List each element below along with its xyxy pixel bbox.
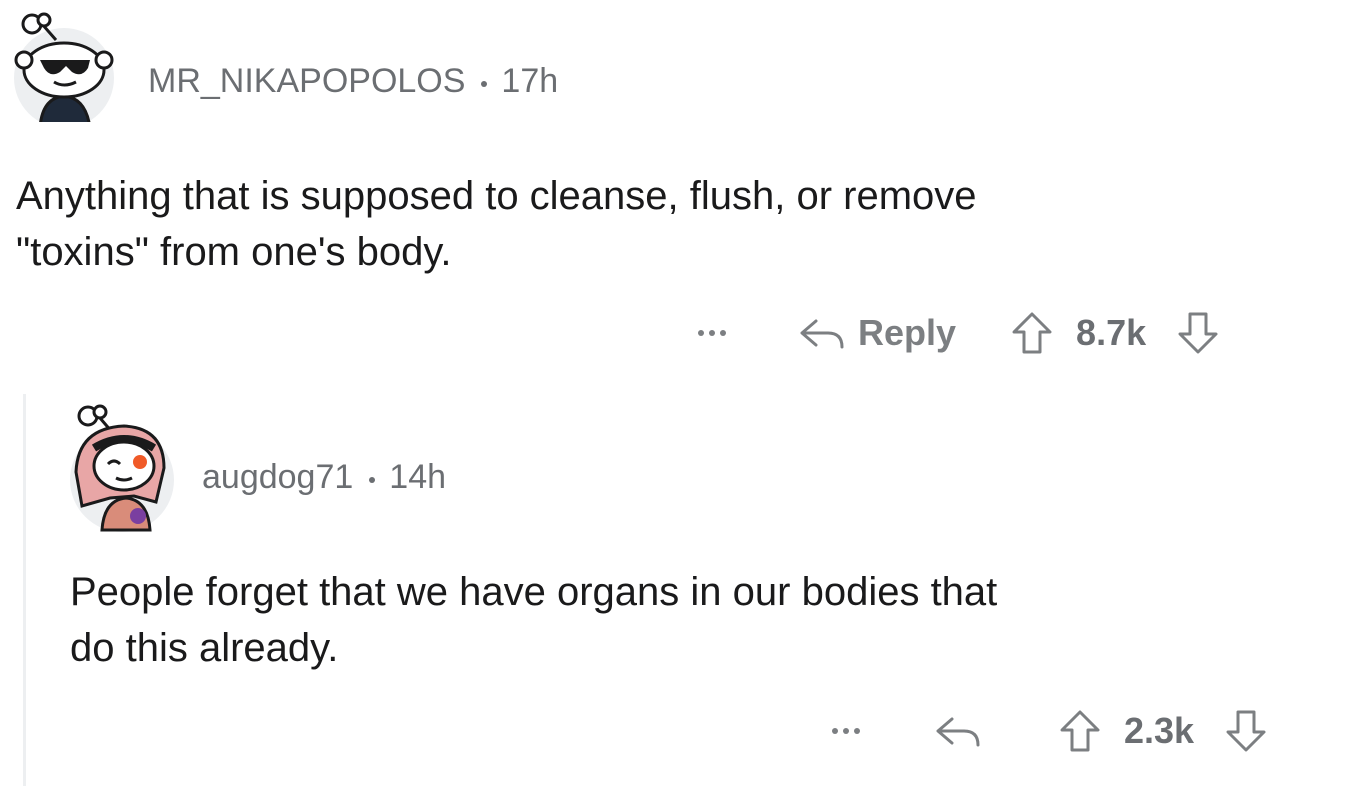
- username[interactable]: MR_NIKAPOPOLOS: [148, 62, 465, 101]
- timestamp[interactable]: 17h: [501, 62, 558, 101]
- username[interactable]: augdog71: [202, 458, 353, 497]
- comment-body-line: "toxins" from one's body.: [16, 230, 452, 274]
- snoo-sunglasses-avatar-icon: [14, 12, 114, 122]
- thread-collapse-line[interactable]: [23, 394, 26, 786]
- comment-body-line: People forget that we have organs in our…: [70, 570, 998, 614]
- reply-label: Reply: [858, 312, 957, 353]
- more-options-button[interactable]: [832, 728, 860, 734]
- more-dots-icon: [698, 330, 704, 336]
- downvote-arrow-icon[interactable]: [1176, 310, 1220, 356]
- snoo-headscarf-avatar-icon: [70, 404, 174, 532]
- vote-controls: 2.3k: [1058, 708, 1268, 754]
- reply-arrow-icon: [936, 717, 980, 747]
- avatar[interactable]: [4, 10, 116, 122]
- vote-score: 8.7k: [1076, 312, 1147, 353]
- vote-controls: 8.7k: [1010, 310, 1220, 356]
- separator-dot: [481, 80, 488, 87]
- avatar[interactable]: [60, 402, 176, 532]
- more-options-button[interactable]: [698, 330, 726, 336]
- separator-dot: [369, 476, 376, 483]
- upvote-arrow-icon[interactable]: [1058, 708, 1102, 754]
- comment-header: augdog71 14h: [202, 458, 446, 497]
- comment-body-line: Anything that is supposed to cleanse, fl…: [16, 174, 977, 218]
- comment-body-line: do this already.: [70, 626, 339, 670]
- comment-actions: Reply 8.7k: [698, 310, 1220, 356]
- reply-button[interactable]: Reply: [796, 312, 956, 354]
- comment-header: MR_NIKAPOPOLOS 17h: [148, 62, 558, 101]
- upvote-arrow-icon[interactable]: [1010, 310, 1054, 356]
- downvote-arrow-icon[interactable]: [1224, 708, 1268, 754]
- comment-body: People forget that we have organs in our…: [70, 564, 997, 676]
- reply-arrow-icon: [800, 319, 844, 349]
- comment-body: Anything that is supposed to cleanse, fl…: [16, 168, 977, 280]
- vote-score: 2.3k: [1124, 710, 1195, 751]
- timestamp[interactable]: 14h: [389, 458, 446, 497]
- more-dots-icon: [832, 728, 838, 734]
- reply-button[interactable]: [932, 711, 984, 751]
- comment-thread: MR_NIKAPOPOLOS 17h Anything that is supp…: [0, 0, 1346, 786]
- comment-actions: 2.3k: [832, 708, 1268, 754]
